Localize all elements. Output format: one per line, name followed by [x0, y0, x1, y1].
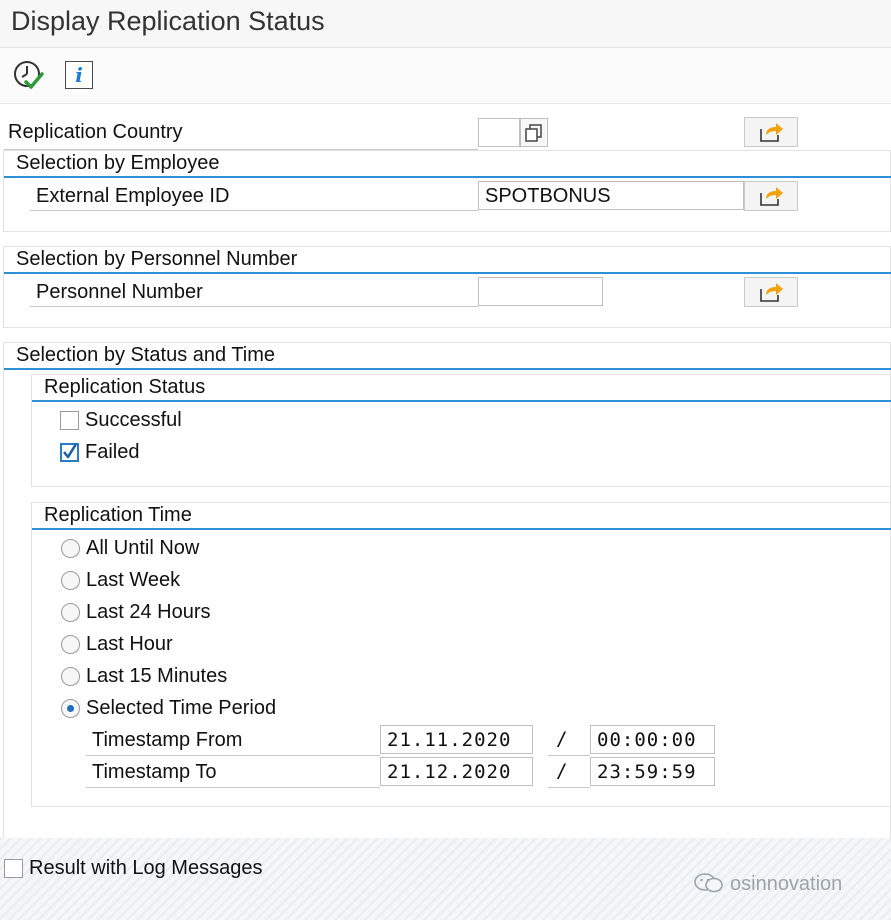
radio-label-last-hour: Last Hour: [86, 633, 173, 655]
radio-label-selected-time-period: Selected Time Period: [86, 697, 277, 719]
personnel-multiple-selection-button[interactable]: [744, 277, 798, 307]
successful-label: Successful: [85, 409, 182, 431]
section-header-line: [4, 176, 891, 178]
timestamp-to-separator: /: [556, 760, 569, 782]
divider: [86, 787, 380, 788]
timestamp-to-label: Timestamp To: [92, 761, 217, 783]
checkmark-icon: [62, 443, 78, 459]
divider: [548, 755, 590, 756]
multiple-selection-arrow-icon: [760, 123, 783, 142]
radio-label-last-24-hours: Last 24 Hours: [86, 601, 211, 623]
employee-multiple-selection-button[interactable]: [744, 181, 798, 211]
section-header-line: [4, 272, 891, 274]
replication-time-header: Replication Time: [44, 504, 192, 526]
info-button[interactable]: i: [62, 58, 96, 92]
external-employee-id-input[interactable]: SPOTBONUS: [478, 181, 744, 210]
watermark-text: osinnovation: [730, 873, 843, 895]
external-employee-id-label: External Employee ID: [36, 185, 230, 207]
divider: [30, 306, 478, 307]
radio-label-last-15-minutes: Last 15 Minutes: [86, 665, 228, 687]
radio-label-all-until-now: All Until Now: [86, 537, 200, 559]
country-value-help-button[interactable]: [520, 118, 548, 147]
selection-by-employee-header: Selection by Employee: [16, 152, 220, 174]
copy-icon: [525, 123, 542, 142]
execute-button[interactable]: [12, 58, 46, 92]
divider: [30, 210, 478, 211]
section-header-line: [4, 368, 891, 370]
radio-last-hour[interactable]: [61, 635, 80, 654]
wechat-logo-icon: [694, 873, 723, 893]
country-multiple-selection-button[interactable]: [744, 117, 798, 147]
multiple-selection-arrow-icon: [760, 187, 783, 206]
failed-label: Failed: [85, 441, 140, 463]
radio-all-until-now[interactable]: [61, 539, 80, 558]
page-title: Display Replication Status: [11, 6, 325, 36]
subsection-header-line: [32, 528, 891, 530]
selection-by-status-time-header: Selection by Status and Time: [16, 344, 276, 366]
successful-checkbox[interactable]: [60, 411, 79, 430]
timestamp-from-label: Timestamp From: [92, 729, 243, 751]
result-with-log-checkbox[interactable]: [4, 859, 23, 878]
failed-checkbox[interactable]: [60, 443, 79, 462]
radio-selected-time-period[interactable]: [61, 699, 80, 718]
personnel-number-label: Personnel Number: [36, 281, 203, 303]
subsection-header-line: [32, 400, 891, 402]
replication-country-input[interactable]: [478, 118, 520, 147]
radio-last-24-hours[interactable]: [61, 603, 80, 622]
timestamp-from-date-input[interactable]: 21.11.2020: [380, 725, 533, 754]
divider: [86, 755, 380, 756]
selection-by-personnel-header: Selection by Personnel Number: [16, 248, 298, 270]
toolbar: i: [0, 48, 891, 104]
result-with-log-label: Result with Log Messages: [29, 857, 263, 879]
timestamp-from-time-input[interactable]: 00:00:00: [590, 725, 715, 754]
info-icon: i: [65, 61, 93, 89]
timestamp-to-time-input[interactable]: 23:59:59: [590, 757, 715, 786]
title-bar: Display Replication Status: [0, 0, 891, 48]
timestamp-from-separator: /: [556, 728, 569, 750]
execute-clock-check-icon: [14, 61, 44, 89]
radio-label-last-week: Last Week: [86, 569, 181, 591]
radio-last-week[interactable]: [61, 571, 80, 590]
radio-last-15-minutes[interactable]: [61, 667, 80, 686]
multiple-selection-arrow-icon: [760, 283, 783, 302]
personnel-number-input[interactable]: [478, 277, 603, 306]
timestamp-to-date-input[interactable]: 21.12.2020: [380, 757, 533, 786]
divider: [548, 787, 590, 788]
replication-country-label: Replication Country: [8, 121, 183, 143]
replication-status-header: Replication Status: [44, 376, 206, 398]
watermark: osinnovation: [694, 872, 842, 896]
